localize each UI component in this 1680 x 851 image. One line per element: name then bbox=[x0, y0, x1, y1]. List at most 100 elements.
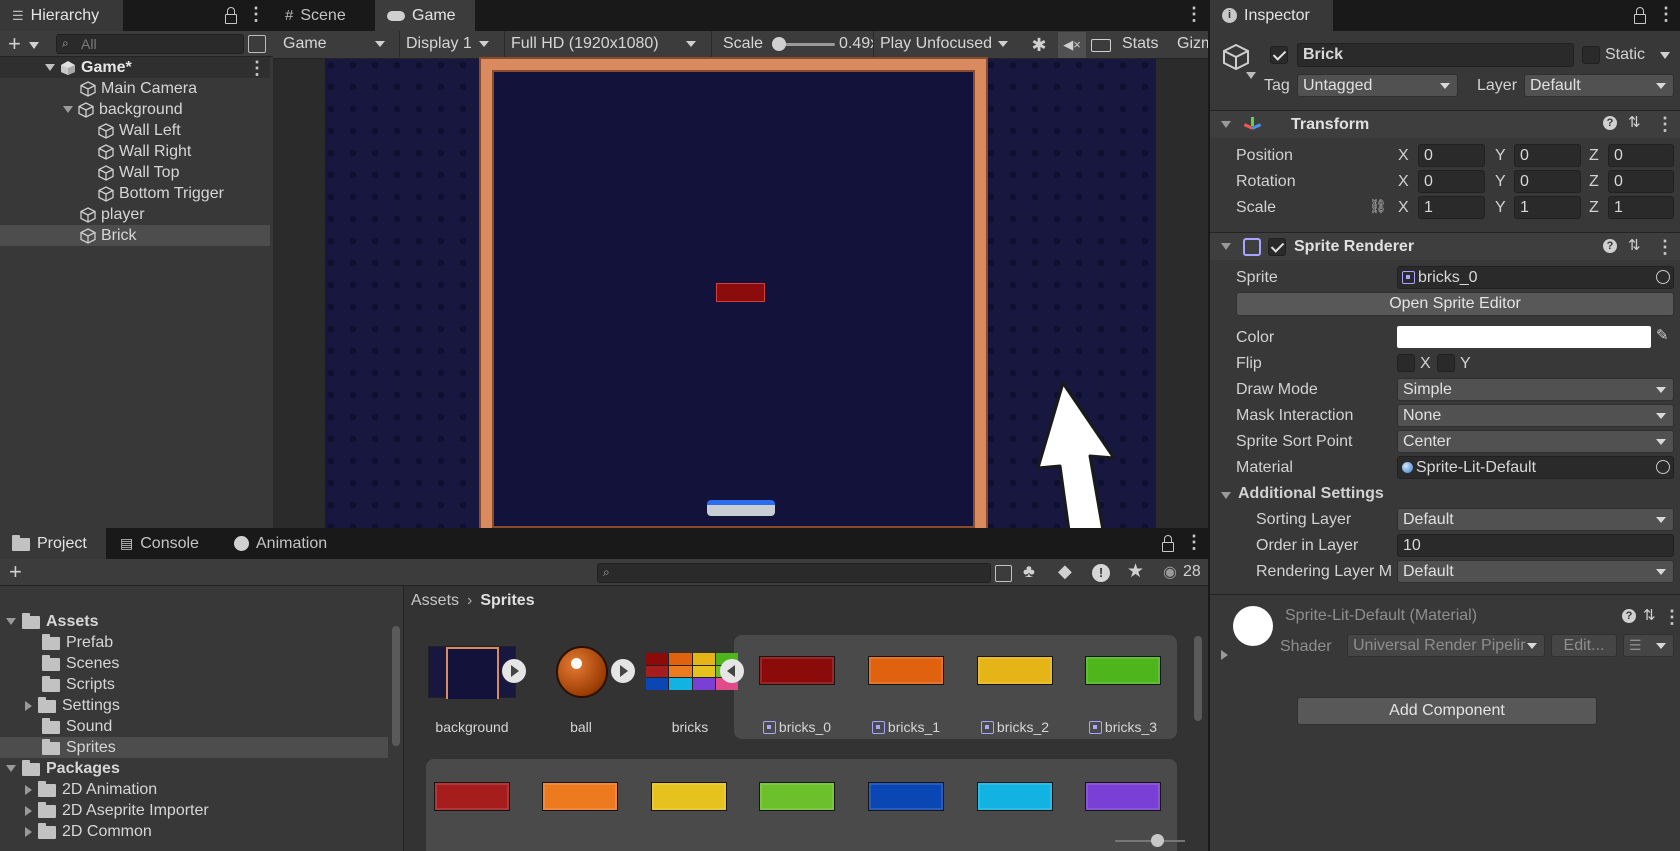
hierarchy-item-brick[interactable]: Brick bbox=[0, 225, 270, 246]
keyboard-icon[interactable] bbox=[1091, 39, 1111, 52]
expand-icon[interactable] bbox=[63, 106, 73, 113]
shader-edit-button[interactable]: Edit... bbox=[1551, 634, 1617, 657]
project-lock-icon[interactable] bbox=[1160, 533, 1174, 553]
add-component-button[interactable]: Add Component bbox=[1297, 697, 1597, 725]
scale-slider-handle[interactable] bbox=[772, 37, 786, 51]
tree-scrollbar[interactable] bbox=[392, 626, 400, 746]
tree-item-sound[interactable]: Sound bbox=[0, 716, 388, 737]
expand-subassets-play-icon[interactable] bbox=[611, 659, 635, 683]
view-mode-dropdown[interactable]: Game bbox=[277, 31, 391, 57]
object-picker-icon[interactable] bbox=[1656, 460, 1670, 474]
icon-picker-chevron-down-icon[interactable] bbox=[1246, 72, 1256, 79]
filter-log-icon[interactable]: ! bbox=[1092, 564, 1110, 582]
material-object-field[interactable]: Sprite-Lit-Default bbox=[1397, 456, 1674, 479]
tab-game[interactable]: Game bbox=[375, 0, 475, 31]
help-icon[interactable]: ? bbox=[1622, 609, 1636, 623]
expand-icon[interactable] bbox=[6, 618, 16, 625]
tab-scene[interactable]: # Scene bbox=[273, 0, 375, 31]
presets-icon[interactable]: ⇅ bbox=[1628, 113, 1641, 131]
hierarchy-menu-icon[interactable]: ⋮ bbox=[247, 4, 265, 24]
collapse-subassets-play-icon[interactable] bbox=[720, 659, 744, 683]
tab-project[interactable]: Project bbox=[0, 528, 106, 559]
filter-by-label-icon[interactable]: ◆ bbox=[1058, 561, 1072, 582]
static-checkbox[interactable] bbox=[1582, 46, 1600, 64]
help-icon[interactable]: ? bbox=[1603, 239, 1617, 253]
hierarchy-item-background[interactable]: background bbox=[0, 99, 270, 120]
asset-brick-thumb[interactable] bbox=[1085, 782, 1161, 811]
inspector-menu-icon[interactable]: ⋮ bbox=[1657, 4, 1675, 24]
brick-sprite[interactable] bbox=[716, 283, 765, 302]
expand-icon[interactable] bbox=[25, 826, 32, 837]
position-x-field[interactable]: 0 bbox=[1418, 144, 1485, 167]
asset-brick-thumb[interactable] bbox=[868, 782, 944, 811]
tree-item-scripts[interactable]: Scripts bbox=[0, 674, 388, 695]
position-y-field[interactable]: 0 bbox=[1514, 144, 1581, 167]
rotation-y-field[interactable]: 0 bbox=[1514, 170, 1581, 193]
scale-z-field[interactable]: 1 bbox=[1608, 196, 1674, 219]
hierarchy-add-chevron-down-icon[interactable] bbox=[29, 42, 39, 49]
order-in-layer-field[interactable]: 10 bbox=[1397, 534, 1674, 557]
expand-icon[interactable] bbox=[25, 700, 32, 711]
hierarchy-item-game[interactable]: Game* bbox=[0, 57, 270, 78]
collapse-icon[interactable] bbox=[1221, 243, 1231, 250]
bug-icon[interactable]: ✱ bbox=[1025, 32, 1053, 58]
breadcrumb-assets[interactable]: Assets bbox=[411, 592, 459, 610]
material-menu-icon[interactable]: ⋮ bbox=[1663, 607, 1680, 627]
component-menu-icon[interactable]: ⋮ bbox=[1656, 114, 1674, 134]
search-filter-icon[interactable] bbox=[995, 565, 1012, 582]
eyedropper-icon[interactable]: ✎ bbox=[1656, 326, 1669, 344]
rotation-x-field[interactable]: 0 bbox=[1418, 170, 1485, 193]
mute-audio-icon[interactable]: ◀× bbox=[1058, 32, 1086, 58]
gizmos-button[interactable]: Gizm bbox=[1177, 35, 1208, 53]
tree-item-2d-common[interactable]: 2D Common bbox=[0, 821, 388, 842]
rotation-z-field[interactable]: 0 bbox=[1608, 170, 1674, 193]
static-chevron-down-icon[interactable] bbox=[1660, 52, 1670, 59]
shader-dropdown[interactable]: Universal Render Pipelir bbox=[1347, 634, 1545, 657]
hierarchy-filter-icon[interactable] bbox=[248, 35, 266, 53]
expand-subassets-play-icon[interactable] bbox=[502, 659, 526, 683]
collapse-icon[interactable] bbox=[1221, 121, 1231, 128]
stats-button[interactable]: Stats bbox=[1122, 35, 1158, 53]
sprite-object-field[interactable]: bricks_0 bbox=[1397, 266, 1674, 289]
tab-inspector[interactable]: i Inspector bbox=[1210, 0, 1333, 31]
expand-icon[interactable] bbox=[25, 784, 32, 795]
asset-brick-thumb[interactable] bbox=[542, 782, 618, 811]
layer-dropdown[interactable]: Default bbox=[1524, 74, 1674, 97]
resolution-dropdown[interactable]: Full HD (1920x1080) bbox=[504, 31, 702, 57]
material-expand-icon[interactable] bbox=[1221, 650, 1228, 660]
game-view-menu-icon[interactable]: ⋮ bbox=[1185, 4, 1203, 24]
sprite-sort-point-dropdown[interactable]: Center bbox=[1397, 430, 1674, 453]
asset-bricks-1-thumb[interactable] bbox=[868, 656, 944, 685]
breadcrumb-sprites[interactable]: Sprites bbox=[480, 592, 534, 610]
asset-scrollbar[interactable] bbox=[1194, 636, 1202, 721]
scale-x-field[interactable]: 1 bbox=[1418, 196, 1485, 219]
gameobject-name-field[interactable]: Brick bbox=[1297, 43, 1574, 67]
game-scene-menu-icon[interactable]: ⋮ bbox=[248, 58, 266, 78]
asset-ball-thumb[interactable] bbox=[556, 646, 608, 698]
asset-brick-thumb[interactable] bbox=[977, 782, 1053, 811]
tree-item-settings[interactable]: Settings bbox=[0, 695, 388, 716]
asset-bricks-2-thumb[interactable] bbox=[977, 656, 1053, 685]
asset-brick-thumb[interactable] bbox=[434, 782, 510, 811]
thumbnail-size-handle[interactable] bbox=[1151, 834, 1164, 847]
flip-y-checkbox[interactable] bbox=[1437, 354, 1455, 372]
asset-brick-thumb[interactable] bbox=[651, 782, 727, 811]
open-sprite-editor-button[interactable]: Open Sprite Editor bbox=[1236, 292, 1674, 316]
tree-item-scenes[interactable]: Scenes bbox=[0, 653, 388, 674]
tab-animation[interactable]: Animation bbox=[222, 528, 339, 559]
material-options-dropdown[interactable]: ☰ bbox=[1623, 634, 1674, 657]
expand-icon[interactable] bbox=[25, 805, 32, 816]
asset-brick-thumb[interactable] bbox=[759, 782, 835, 811]
mask-interaction-dropdown[interactable]: None bbox=[1397, 404, 1674, 427]
tree-item-2d-aseprite-importer[interactable]: 2D Aseprite Importer bbox=[0, 800, 388, 821]
rendering-layer-mask-dropdown[interactable]: Default bbox=[1397, 560, 1674, 583]
gameobject-active-checkbox[interactable] bbox=[1270, 46, 1288, 64]
tab-hierarchy[interactable]: ☰ Hierarchy bbox=[0, 0, 123, 31]
position-z-field[interactable]: 0 bbox=[1608, 144, 1674, 167]
hierarchy-item-wall-top[interactable]: Wall Top bbox=[0, 162, 270, 183]
presets-icon[interactable]: ⇅ bbox=[1628, 236, 1641, 254]
thumbnail-size-slider[interactable] bbox=[1115, 840, 1185, 842]
constrain-proportions-icon[interactable]: ⛓ bbox=[1369, 198, 1387, 215]
filter-by-type-icon[interactable]: ♣ bbox=[1023, 561, 1035, 582]
asset-bricks-0-thumb[interactable] bbox=[759, 656, 835, 685]
